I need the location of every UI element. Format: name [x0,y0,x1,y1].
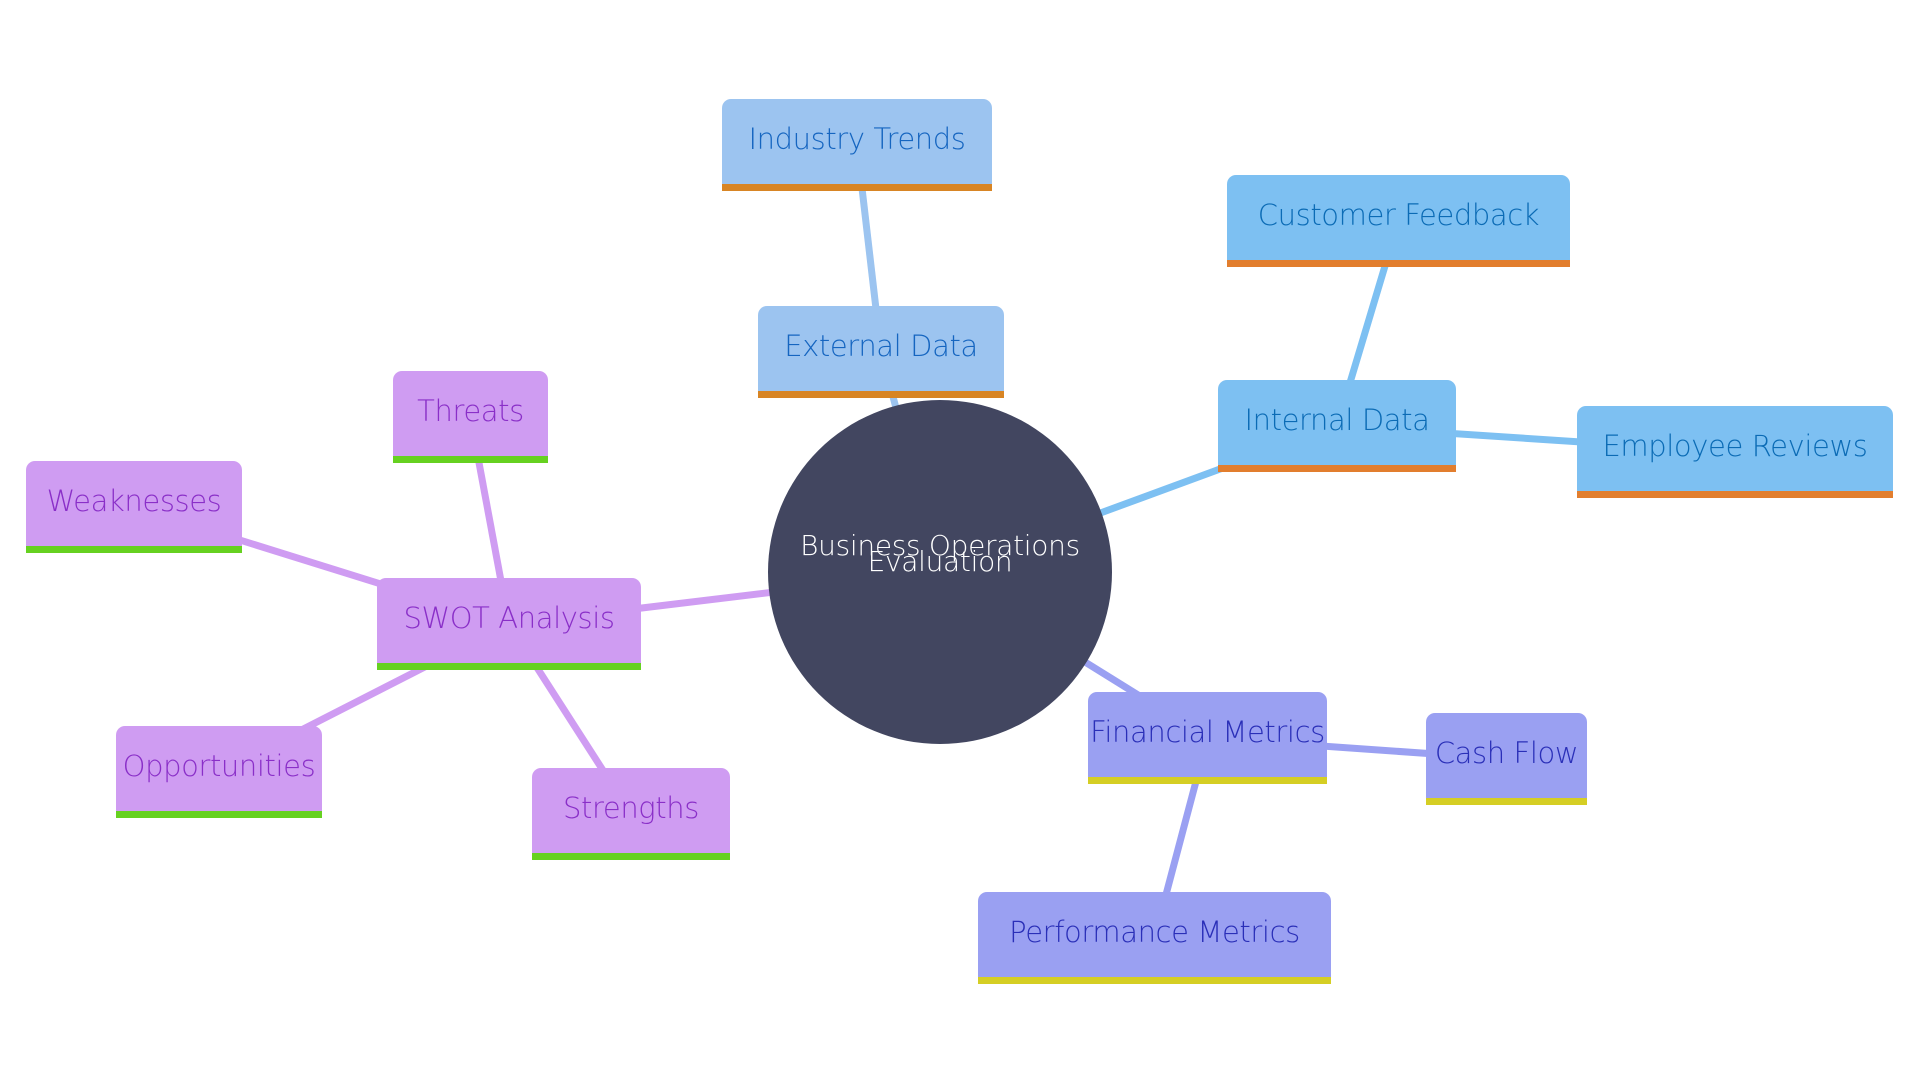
node-industry-trends[interactable]: Industry Trends [722,99,992,191]
node-label: Threats [417,394,524,428]
node-label: Cash Flow [1434,736,1579,770]
node-label: Financial Metrics [1090,715,1325,749]
node-label: Strengths [563,791,699,825]
node-customer-feedback[interactable]: Customer Feedback [1227,175,1570,267]
node-opportunities[interactable]: Opportunities [116,726,322,818]
node-weaknesses[interactable]: Weaknesses [26,461,242,553]
node-cash-flow[interactable]: Cash Flow [1426,713,1587,805]
node-financial-metrics[interactable]: Financial Metrics [1088,692,1327,784]
node-label: Employee Reviews [1602,429,1868,463]
node-threats[interactable]: Threats [393,371,548,463]
node-label: Performance Metrics [1009,915,1300,949]
node-label: Internal Data [1244,403,1430,437]
node-label: SWOT Analysis [403,601,615,635]
node-label: Weaknesses [46,484,222,518]
node-label: Customer Feedback [1257,198,1540,232]
root-node-business-operations-evaluation[interactable]: Business Operations Evaluation [768,400,1112,744]
node-performance-metrics[interactable]: Performance Metrics [978,892,1331,984]
node-label: Industry Trends [748,122,966,156]
node-employee-reviews[interactable]: Employee Reviews [1577,406,1893,498]
node-external-data[interactable]: External Data [758,306,1004,398]
node-swot-analysis[interactable]: SWOT Analysis [377,578,641,670]
node-strengths[interactable]: Strengths [532,768,730,860]
node-internal-data[interactable]: Internal Data [1218,380,1456,472]
node-label: External Data [784,329,978,363]
node-label: Opportunities [122,749,316,783]
